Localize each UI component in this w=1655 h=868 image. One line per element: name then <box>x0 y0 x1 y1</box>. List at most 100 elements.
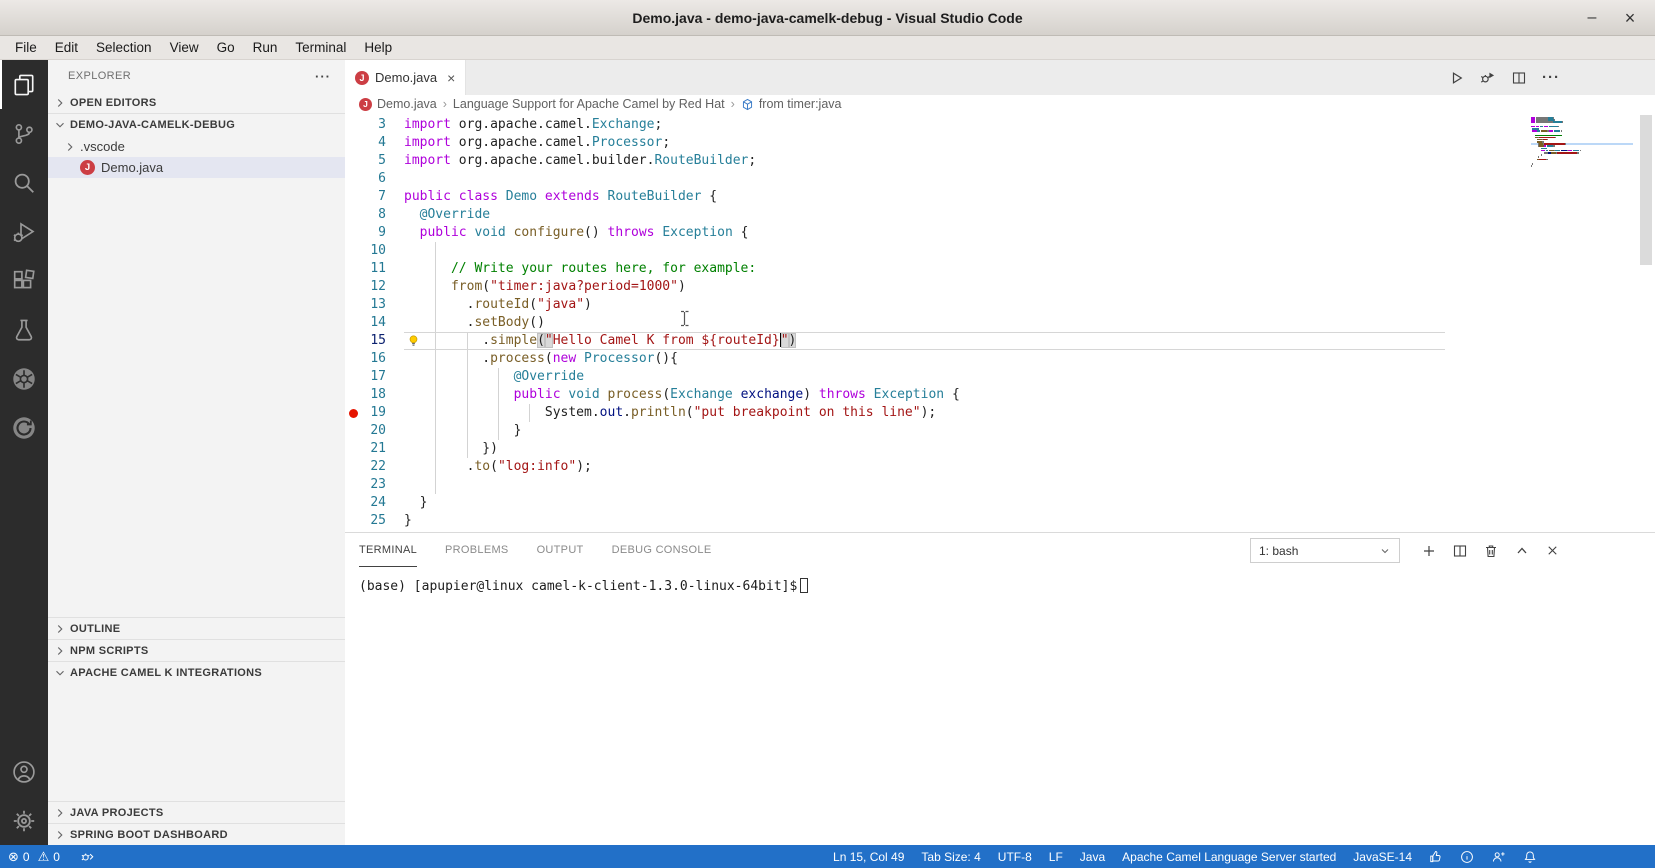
gutter[interactable]: 22 <box>345 458 404 476</box>
split-editor-button[interactable] <box>1511 70 1527 86</box>
tab-demo-java[interactable]: J Demo.java × <box>345 60 467 95</box>
code-line-22[interactable]: 22 .to("log:info"); <box>345 458 1655 476</box>
code-line-21[interactable]: 21 }) <box>345 440 1655 458</box>
sidebar-section-npm-scripts[interactable]: NPM SCRIPTS <box>48 639 345 661</box>
code-line-20[interactable]: 20 } <box>345 422 1655 440</box>
gutter[interactable]: 12 <box>345 278 404 296</box>
close-panel-icon[interactable] <box>1545 543 1560 558</box>
run-button[interactable] <box>1448 70 1464 86</box>
gutter[interactable]: 9 <box>345 224 404 242</box>
status-item[interactable]: LF <box>1049 850 1063 864</box>
code-line-9[interactable]: 9 public void configure() throws Excepti… <box>345 224 1655 242</box>
status-item[interactable]: Ln 15, Col 49 <box>833 850 904 864</box>
code-line-14[interactable]: 14 .setBody() <box>345 314 1655 332</box>
code-line-24[interactable]: 24 } <box>345 494 1655 512</box>
panel-tab-terminal[interactable]: TERMINAL <box>359 533 418 567</box>
code-line-5[interactable]: 5 import org.apache.camel.builder.RouteBu… <box>345 152 1655 170</box>
status-item[interactable]: Apache Camel Language Server started <box>1122 850 1336 864</box>
test-beaker-icon[interactable] <box>0 305 48 354</box>
menu-help[interactable]: Help <box>355 36 401 59</box>
sidebar-section-outline[interactable]: OUTLINE <box>48 617 345 639</box>
gutter[interactable]: 20 <box>345 422 404 440</box>
tab-close-icon[interactable]: × <box>447 71 455 85</box>
gutter[interactable]: 10 <box>345 242 404 260</box>
sidebar-section-workspace[interactable]: DEMO-JAVA-CAMELK-DEBUG <box>48 114 345 136</box>
gutter[interactable]: 24 <box>345 494 404 512</box>
window-titlebar[interactable]: Demo.java - demo-java-camelk-debug - Vis… <box>0 0 1655 36</box>
debug-status-icon[interactable] <box>80 849 95 864</box>
code-line-15[interactable]: 15 .simple("Hello Camel K from ${routeId… <box>345 332 1655 350</box>
panel-tab-output[interactable]: OUTPUT <box>537 533 584 567</box>
menu-view[interactable]: View <box>161 36 208 59</box>
refresh-circle-icon[interactable] <box>0 403 48 452</box>
code-line-16[interactable]: 16 .process(new Processor(){ <box>345 350 1655 368</box>
gutter[interactable]: 16 <box>345 350 404 368</box>
menu-terminal[interactable]: Terminal <box>286 36 355 59</box>
sidebar-section-spring-boot-dashboard[interactable]: SPRING BOOT DASHBOARD <box>48 823 345 845</box>
code-line-3[interactable]: 3 import org.apache.camel.Exchange; <box>345 116 1655 134</box>
code-line-11[interactable]: 11 // Write your routes here, for exampl… <box>345 260 1655 278</box>
code-line-25[interactable]: 25} <box>345 512 1655 530</box>
code-line-8[interactable]: 8 @Override <box>345 206 1655 224</box>
sidebar-section-java-projects[interactable]: JAVA PROJECTS <box>48 801 345 823</box>
code-editor[interactable]: 3 import org.apache.camel.Exchange; 4 impor… <box>345 113 1655 532</box>
search-icon[interactable] <box>0 158 48 207</box>
status-item[interactable]: Tab Size: 4 <box>921 850 980 864</box>
minimize-button[interactable]: – <box>1583 9 1601 27</box>
gutter[interactable]: 8 <box>345 206 404 224</box>
kill-terminal-trash-icon[interactable] <box>1483 543 1499 559</box>
status-item[interactable]: JavaSE-14 <box>1353 850 1412 864</box>
code-line-23[interactable]: 23 <box>345 476 1655 494</box>
breadcrumb-item[interactable]: from timer:java <box>741 97 841 111</box>
gutter[interactable]: 3 <box>345 116 404 134</box>
gutter[interactable]: 4 <box>345 134 404 152</box>
gutter[interactable]: 13 <box>345 296 404 314</box>
gutter[interactable]: 7 <box>345 188 404 206</box>
maximize-panel-chevron-icon[interactable] <box>1514 543 1530 559</box>
source-control-icon[interactable] <box>0 109 48 158</box>
minimap[interactable] <box>1527 114 1637 171</box>
debug-run-button[interactable] <box>1479 69 1496 86</box>
gutter[interactable]: 18 <box>345 386 404 404</box>
new-terminal-button[interactable] <box>1421 543 1437 559</box>
menu-selection[interactable]: Selection <box>87 36 161 59</box>
gutter[interactable]: 21 <box>345 440 404 458</box>
run-debug-icon[interactable] <box>0 207 48 256</box>
settings-gear-icon[interactable] <box>0 796 48 845</box>
breakpoint-dot[interactable] <box>349 408 358 418</box>
breadcrumb-item[interactable]: Language Support for Apache Camel by Red… <box>453 97 725 111</box>
sidebar-section-open-editors[interactable]: OPEN EDITORS <box>48 92 345 114</box>
tree-item-vscode-folder[interactable]: .vscode <box>48 136 345 157</box>
panel-tab-problems[interactable]: PROBLEMS <box>445 533 509 567</box>
menu-file[interactable]: File <box>6 36 46 59</box>
like-icon[interactable] <box>1429 850 1443 864</box>
kubernetes-icon[interactable] <box>0 354 48 403</box>
gutter[interactable]: 17 <box>345 368 404 386</box>
code-line-19[interactable]: 19 System.out.println("put breakpoint on… <box>345 404 1655 422</box>
status-item[interactable]: UTF-8 <box>998 850 1032 864</box>
more-actions-icon[interactable]: ··· <box>1542 69 1560 86</box>
panel-tab-debug-console[interactable]: DEBUG CONSOLE <box>612 533 712 567</box>
info-icon[interactable] <box>1460 850 1474 864</box>
explorer-icon[interactable] <box>0 60 48 109</box>
editor-scrollbar[interactable] <box>1640 115 1652 265</box>
split-terminal-button[interactable] <box>1452 543 1468 559</box>
gutter[interactable]: 15 <box>345 332 404 350</box>
code-line-17[interactable]: 17 @Override <box>345 368 1655 386</box>
gutter[interactable]: 11 <box>345 260 404 278</box>
terminal-shell-select[interactable]: 1: bash <box>1250 538 1400 563</box>
gutter[interactable]: 23 <box>345 476 404 494</box>
feedback-icon[interactable] <box>1491 850 1506 864</box>
code-line-7[interactable]: 7 public class Demo extends RouteBuilder … <box>345 188 1655 206</box>
menu-run[interactable]: Run <box>244 36 287 59</box>
sidebar-section-camel-k-integrations[interactable]: APACHE CAMEL K INTEGRATIONS <box>48 661 345 683</box>
code-line-6[interactable]: 6 <box>345 170 1655 188</box>
bell-icon[interactable] <box>1523 850 1537 864</box>
extensions-icon[interactable] <box>0 256 48 305</box>
tree-item-demo-java[interactable]: J Demo.java <box>48 157 345 178</box>
terminal-content[interactable]: (base) [apupier@linux camel-k-client-1.3… <box>345 567 1655 594</box>
code-line-4[interactable]: 4 import org.apache.camel.Processor; <box>345 134 1655 152</box>
gutter[interactable]: 25 <box>345 512 404 530</box>
gutter[interactable]: 14 <box>345 314 404 332</box>
code-line-12[interactable]: 12 from("timer:java?period=1000") <box>345 278 1655 296</box>
